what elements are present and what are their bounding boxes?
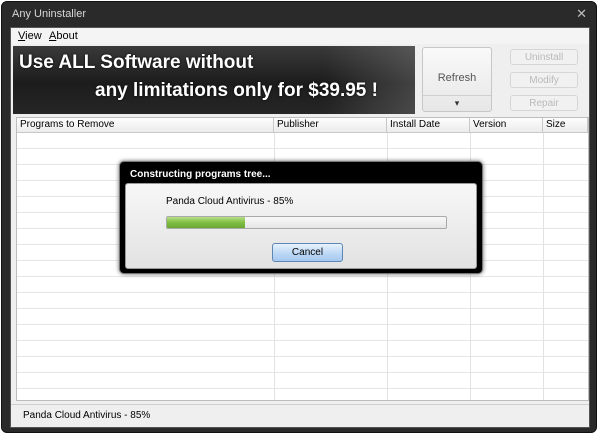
cancel-button[interactable]: Cancel (272, 243, 343, 262)
promo-banner[interactable]: Use ALL Software without any limitations… (13, 46, 415, 114)
menu-view[interactable]: View (18, 30, 42, 42)
banner-line-1: Use ALL Software without (19, 52, 254, 73)
dialog-message: Panda Cloud Antivirus - 85% (166, 196, 294, 207)
dialog-body: Panda Cloud Antivirus - 85% Cancel (125, 183, 477, 269)
refresh-button[interactable]: Refresh ▾ (422, 47, 492, 112)
column-install-date[interactable]: Install Date (387, 118, 470, 132)
repair-button[interactable]: Repair (510, 95, 578, 111)
refresh-dropdown-icon[interactable]: ▾ (423, 95, 491, 111)
progress-bar (166, 216, 447, 229)
progress-fill (167, 217, 246, 228)
menu-about[interactable]: About (49, 30, 78, 42)
status-text: Panda Cloud Antivirus - 85% (23, 410, 151, 421)
column-divider (543, 133, 544, 400)
menu-about-label: bout (56, 30, 78, 42)
column-publisher[interactable]: Publisher (274, 118, 387, 132)
window-title: Any Uninstaller (12, 8, 86, 20)
app-window: Any Uninstaller ✕ View About Use ALL Sof… (1, 1, 597, 433)
progress-dialog: Constructing programs tree... Panda Clou… (119, 161, 483, 274)
dialog-title: Constructing programs tree... (130, 169, 271, 180)
uninstall-button[interactable]: Uninstall (510, 49, 578, 65)
column-programs[interactable]: Programs to Remove (17, 118, 274, 132)
title-bar[interactable]: Any Uninstaller ✕ (2, 2, 596, 26)
column-version[interactable]: Version (470, 118, 543, 132)
menu-bar: View About (11, 28, 589, 44)
banner-line-2: any limitations only for $39.95 ! (95, 80, 378, 101)
refresh-label: Refresh (437, 72, 477, 84)
close-icon[interactable]: ✕ (576, 6, 587, 22)
table-header: Programs to Remove Publisher Install Dat… (17, 118, 588, 133)
menu-view-label: iew (25, 30, 42, 42)
column-size[interactable]: Size (543, 118, 588, 132)
modify-button[interactable]: Modify (510, 72, 578, 88)
status-bar: Panda Cloud Antivirus - 85% (11, 404, 589, 428)
